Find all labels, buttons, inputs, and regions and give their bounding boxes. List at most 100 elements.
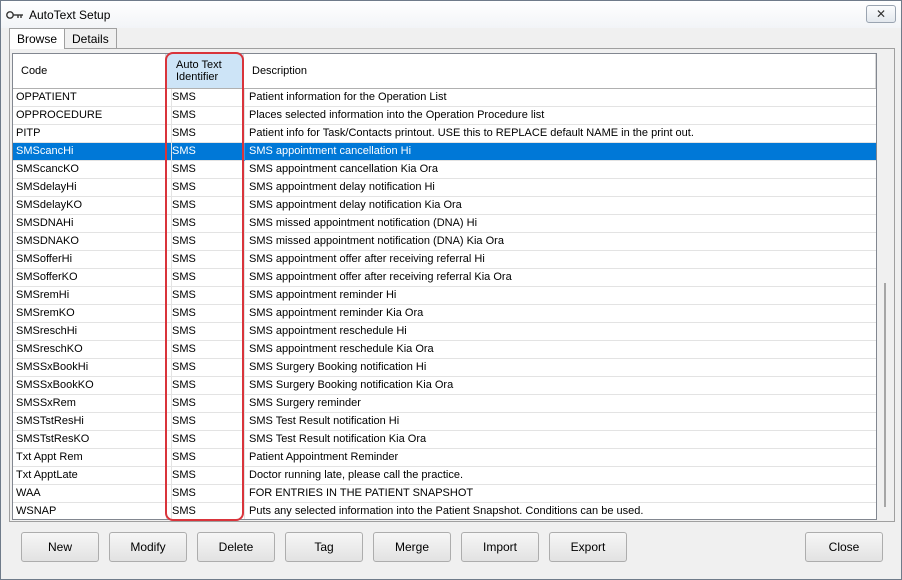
table-row[interactable]: Txt Appt Rem SMS Patient Appointment Remin…: [13, 449, 876, 467]
window-title: AutoText Setup: [29, 7, 111, 22]
row-divider: [244, 161, 245, 179]
cell-code: SMSSxBookKO: [16, 379, 94, 391]
table-row[interactable]: SMSDNAKO SMS SMS missed appointment notif…: [13, 233, 876, 251]
column-header-identifier[interactable]: Auto Text Identifier: [166, 54, 244, 88]
tab-browse[interactable]: Browse: [9, 28, 66, 49]
column-header-code[interactable]: Code: [13, 54, 166, 88]
new-button[interactable]: New: [21, 532, 99, 562]
close-icon: ✕: [875, 7, 887, 21]
cell-description: SMS missed appointment notification (DNA…: [249, 217, 478, 229]
table-row[interactable]: Txt ApptLate SMS Doctor running late, plea…: [13, 467, 876, 485]
cell-identifier: SMS: [171, 503, 243, 519]
merge-button[interactable]: Merge: [373, 532, 451, 562]
row-divider: [244, 143, 245, 161]
cell-description: SMS appointment offer after receiving re…: [249, 271, 512, 283]
row-divider: [244, 413, 245, 431]
export-button[interactable]: Export: [549, 532, 627, 562]
table-row[interactable]: SMSSxRem SMS SMS Surgery reminder: [13, 395, 876, 413]
cell-code: SMSdelayKO: [16, 199, 83, 211]
cell-code: SMSTstResHi: [16, 415, 84, 427]
autotext-grid[interactable]: Code Auto Text Identifier Description OP…: [12, 53, 877, 520]
table-row[interactable]: OPPROCEDURE SMS Places selected informatio…: [13, 107, 876, 125]
cell-code: SMSDNAKO: [16, 235, 79, 247]
table-row[interactable]: OPPATIENT SMS Patient information for the …: [13, 89, 876, 107]
cell-identifier: SMS: [171, 233, 243, 250]
table-row[interactable]: SMSofferHi SMS SMS appointment offer afte…: [13, 251, 876, 269]
row-divider: [244, 197, 245, 215]
cell-description: Patient Appointment Reminder: [249, 451, 399, 463]
cell-identifier: SMS: [171, 215, 243, 232]
vertical-scrollbar[interactable]: [877, 53, 894, 520]
cell-identifier: SMS: [171, 143, 243, 160]
cell-description: Patient information for the Operation Li…: [249, 91, 447, 103]
cell-identifier: SMS: [171, 323, 243, 340]
cell-code: Txt Appt Rem: [16, 451, 83, 463]
cell-identifier: SMS: [171, 269, 243, 286]
row-divider: [166, 413, 167, 431]
row-divider: [166, 431, 167, 449]
row-divider: [166, 305, 167, 323]
cell-code: PITP: [16, 127, 41, 139]
row-divider: [166, 233, 167, 251]
table-row[interactable]: SMSreschKO SMS SMS appointment reschedule…: [13, 341, 876, 359]
window-close-button[interactable]: ✕: [866, 5, 896, 23]
cell-code: SMSSxRem: [16, 397, 76, 409]
table-row[interactable]: SMScancKO SMS SMS appointment cancellatio…: [13, 161, 876, 179]
tab-details[interactable]: Details: [64, 28, 117, 48]
row-divider: [166, 215, 167, 233]
tag-button[interactable]: Tag: [285, 532, 363, 562]
cell-identifier: SMS: [171, 395, 243, 412]
cell-identifier: SMS: [171, 197, 243, 214]
cell-identifier: SMS: [171, 431, 243, 448]
tab-browse-label: Browse: [17, 32, 58, 46]
row-divider: [244, 305, 245, 323]
modify-button[interactable]: Modify: [109, 532, 187, 562]
table-row[interactable]: SMSofferKO SMS SMS appointment offer afte…: [13, 269, 876, 287]
table-row[interactable]: SMSremHi SMS SMS appointment reminder Hi: [13, 287, 876, 305]
table-row[interactable]: SMSTstResHi SMS SMS Test Result notificat…: [13, 413, 876, 431]
row-divider: [244, 449, 245, 467]
row-divider: [166, 143, 167, 161]
cell-description: Places selected information into the Ope…: [249, 109, 545, 121]
table-row[interactable]: SMSSxBookHi SMS SMS Surgery Booking notif…: [13, 359, 876, 377]
cell-description: SMS appointment offer after receiving re…: [249, 253, 485, 265]
row-divider: [166, 485, 167, 503]
close-button[interactable]: Close: [805, 532, 883, 562]
row-divider: [244, 269, 245, 287]
cell-code: SMSremKO: [16, 307, 75, 319]
row-divider: [244, 233, 245, 251]
cell-description: SMS appointment cancellation Kia Ora: [249, 163, 438, 175]
cell-code: OPPATIENT: [16, 91, 77, 103]
row-divider: [166, 89, 167, 107]
table-row[interactable]: WSNAP SMS Puts any selected information in…: [13, 503, 876, 519]
table-row[interactable]: SMSdelayKO SMS SMS appointment delay noti…: [13, 197, 876, 215]
row-divider: [244, 323, 245, 341]
column-header-description[interactable]: Description: [244, 54, 876, 88]
cell-description: Patient info for Task/Contacts printout.…: [249, 127, 694, 139]
scrollbar-thumb[interactable]: [884, 283, 886, 507]
cell-description: SMS missed appointment notification (DNA…: [249, 235, 504, 247]
cell-identifier: SMS: [171, 107, 243, 124]
cell-code: SMSTstResKO: [16, 433, 90, 445]
table-row[interactable]: SMSremKO SMS SMS appointment reminder Kia…: [13, 305, 876, 323]
table-row[interactable]: SMScancHi SMS SMS appointment cancellatio…: [13, 143, 876, 161]
cell-code: SMSreschKO: [16, 343, 83, 355]
cell-description: SMS Surgery Booking notification Hi: [249, 361, 427, 373]
row-divider: [244, 251, 245, 269]
table-row[interactable]: SMSreschHi SMS SMS appointment reschedule…: [13, 323, 876, 341]
delete-button[interactable]: Delete: [197, 532, 275, 562]
cell-description: SMS appointment reschedule Hi: [249, 325, 407, 337]
cell-identifier: SMS: [171, 125, 243, 142]
table-row[interactable]: PITP SMS Patient info for Task/Contacts pr…: [13, 125, 876, 143]
row-divider: [166, 197, 167, 215]
table-row[interactable]: SMSdelayHi SMS SMS appointment delay noti…: [13, 179, 876, 197]
row-divider: [166, 269, 167, 287]
table-row[interactable]: SMSSxBookKO SMS SMS Surgery Booking notif…: [13, 377, 876, 395]
cell-identifier: SMS: [171, 251, 243, 268]
import-button[interactable]: Import: [461, 532, 539, 562]
row-divider: [166, 125, 167, 143]
table-row[interactable]: SMSDNAHi SMS SMS missed appointment notif…: [13, 215, 876, 233]
title-bar[interactable]: AutoText Setup ✕: [1, 1, 901, 28]
table-row[interactable]: SMSTstResKO SMS SMS Test Result notificat…: [13, 431, 876, 449]
table-row[interactable]: WAA SMS FOR ENTRIES IN THE PATIENT SNAPSHO…: [13, 485, 876, 503]
